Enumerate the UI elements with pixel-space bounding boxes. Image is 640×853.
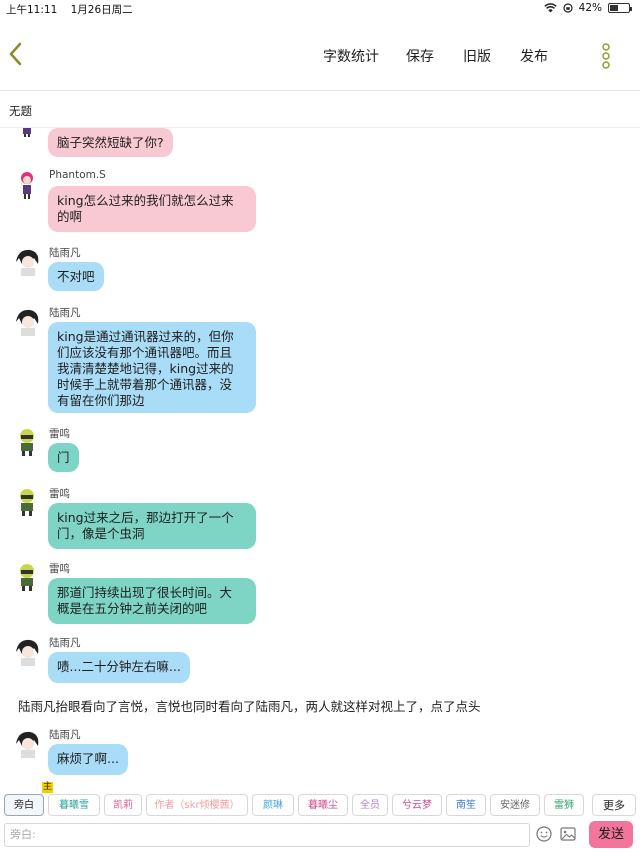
word-count-button[interactable]: 字数统计 <box>323 46 379 66</box>
back-arrow-icon[interactable] <box>6 40 28 68</box>
status-bar: 上午11:11 1月26日周二 42% <box>0 0 640 16</box>
message-bubble[interactable]: 不对吧 <box>48 262 104 291</box>
send-button[interactable]: 发送 <box>589 821 633 848</box>
wifi-icon <box>543 3 557 13</box>
publish-button[interactable]: 发布 <box>520 46 548 66</box>
more-roles-button[interactable]: 更多 <box>592 794 636 816</box>
toolbar-divider <box>0 90 640 91</box>
old-version-button[interactable]: 旧版 <box>463 46 491 66</box>
message-bubble[interactable]: king怎么过来的我们就怎么过来 的啊 <box>48 186 256 232</box>
role-leishi-button[interactable]: 雷狮 <box>544 794 584 816</box>
avatar-phantom-icon <box>23 128 31 137</box>
sender-name: 陆雨凡 <box>49 247 81 259</box>
avatar-luyufan-icon <box>16 249 39 276</box>
save-button[interactable]: 保存 <box>406 46 434 66</box>
avatar-leiming-icon <box>20 564 34 591</box>
avatar-luyufan-icon <box>16 639 39 666</box>
status-date: 1月26日周二 <box>70 4 133 16</box>
sender-name: 陆雨凡 <box>49 729 81 741</box>
message-bubble[interactable]: 脑子突然短缺了你? <box>48 128 173 157</box>
role-xiyunmeng-button[interactable]: 兮云梦 <box>392 794 442 816</box>
sender-name: 雷鸣 <box>49 428 70 440</box>
protagonist-badge: 主 <box>42 782 54 793</box>
image-icon[interactable] <box>560 826 576 842</box>
sender-name: 雷鸣 <box>49 563 70 575</box>
editor-toolbar: 字数统计 保存 旧版 发布 <box>0 16 640 90</box>
avatar-luyufan-icon <box>16 731 39 758</box>
role-author-button[interactable]: 作者（skr倾樱茜） <box>146 794 248 816</box>
avatar-luyufan-icon <box>16 309 39 336</box>
more-menu-icon[interactable] <box>600 43 612 69</box>
avatar-leiming-icon <box>20 489 34 516</box>
emoji-icon[interactable] <box>536 826 552 842</box>
sender-name: 陆雨凡 <box>49 637 81 649</box>
battery-icon <box>608 3 632 13</box>
message-bubble[interactable]: king过来之后，那边打开了一个 门，像是个虫洞 <box>48 503 256 549</box>
role-all-button[interactable]: 全员 <box>352 794 388 816</box>
message-bubble[interactable]: 门 <box>48 443 79 472</box>
role-yanlin-button[interactable]: 颜琳 <box>252 794 294 816</box>
message-bubble[interactable]: king是通过通讯器过来的，但你 们应该没有那个通讯器吧。而且 我清清楚楚地记得… <box>48 322 256 413</box>
narration-text[interactable]: 陆雨凡抬眼看向了言悦，言悦也同时看向了陆雨凡，两人就这样对视上了，点了点头 <box>18 696 481 715</box>
role-nansheng-button[interactable]: 南笙 <box>446 794 486 816</box>
input-bar: 旁白: 发送 <box>0 820 640 853</box>
sender-name: 陆雨凡 <box>49 307 81 319</box>
role-muxichen-button[interactable]: 暮曦尘 <box>298 794 348 816</box>
message-bubble[interactable]: 啧...二十分钟左右嘛... <box>48 652 190 683</box>
sender-name: Phantom.S <box>49 169 106 181</box>
sender-name: 雷鸣 <box>49 488 70 500</box>
document-title[interactable]: 无题 <box>9 103 32 119</box>
status-time: 上午11:11 <box>6 4 58 16</box>
avatar-phantom-icon <box>21 172 33 199</box>
message-bubble[interactable]: 麻烦了啊... <box>48 744 128 775</box>
role-narrator-button[interactable]: 旁白 <box>4 794 44 816</box>
role-muxixue-button[interactable]: 暮曦雪 <box>48 794 100 816</box>
battery-percent: 42% <box>578 2 602 14</box>
role-selector-bar: 旁白 主 暮曦雪 凯莉 作者（skr倾樱茜） 颜琳 暮曦尘 全员 兮云梦 南笙 … <box>0 782 640 820</box>
message-bubble[interactable]: 那道门持续出现了很长时间。大 概是在五分钟之前关闭的吧 <box>48 578 256 624</box>
role-kaili-button[interactable]: 凯莉 <box>104 794 142 816</box>
message-input[interactable]: 旁白: <box>4 823 530 847</box>
avatar-leiming-icon <box>20 429 34 456</box>
chat-list[interactable]: 脑子突然短缺了你? Phantom.S king怎么过来的我们就怎么过来 的啊 … <box>0 128 640 783</box>
lock-rotation-icon <box>563 3 573 13</box>
role-anmixiu-button[interactable]: 安迷修 <box>490 794 540 816</box>
